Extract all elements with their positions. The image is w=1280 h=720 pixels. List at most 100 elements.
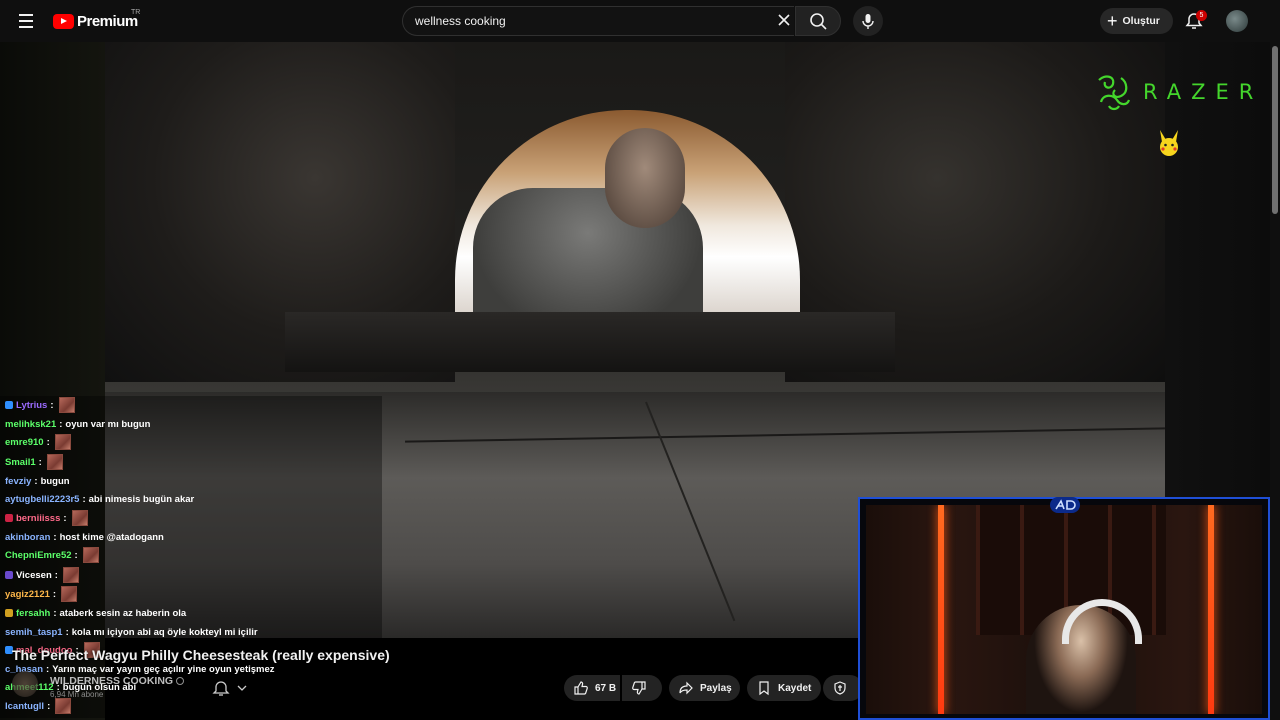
- chat-message: emre910 :: [5, 433, 71, 451]
- chat-separator: :: [63, 512, 67, 524]
- chat-text: bugun: [40, 475, 70, 487]
- subscription-bell-button[interactable]: [205, 675, 257, 701]
- chat-username: akinboran: [5, 531, 51, 543]
- chat-separator: :: [82, 493, 86, 505]
- plus-icon: +: [1107, 11, 1118, 31]
- razer-snake-icon: [1098, 75, 1131, 111]
- chat-badge: [5, 514, 13, 522]
- chat-username: fevziy: [5, 475, 32, 487]
- video-title: The Perfect Wagyu Philly Cheesesteak (re…: [12, 647, 390, 663]
- chat-emote: [54, 434, 71, 450]
- chat-emote: [82, 547, 99, 563]
- page-scrollbar[interactable]: [1270, 42, 1280, 720]
- chat-badge: [5, 609, 13, 617]
- account-avatar[interactable]: [1226, 10, 1248, 32]
- chat-username: emre910: [5, 436, 44, 448]
- chat-message: fersahh : ataberk sesin az haberin ola: [5, 604, 186, 622]
- chat-message: fevziy : bugun: [5, 472, 70, 490]
- chat-separator: :: [47, 700, 51, 712]
- channel-name-text[interactable]: WILDERNESS COOKING: [50, 675, 173, 687]
- thumbs-up-icon: [574, 681, 588, 695]
- chat-username: semih_tasp1: [5, 626, 63, 638]
- top-bar: Premium TR wellness cooking + Oluştur 5: [0, 0, 1280, 42]
- chat-message: Lytrius :: [5, 396, 75, 414]
- chat-message: Smail1 :: [5, 453, 63, 471]
- chat-message: Vicesen :: [5, 566, 79, 584]
- create-button[interactable]: + Oluştur: [1100, 8, 1173, 34]
- webcam-frame-logo: [1050, 497, 1080, 513]
- chat-emote: [58, 397, 75, 413]
- chat-text: kola mı içiyon abi aq öyle kokteyl mi iç…: [71, 626, 258, 638]
- chat-text: host kime @atadogann: [59, 531, 164, 543]
- chat-username: Smail1: [5, 456, 36, 468]
- menu-button[interactable]: [12, 9, 40, 33]
- youtube-play-icon: [53, 13, 74, 29]
- search-button[interactable]: [795, 6, 841, 36]
- like-button[interactable]: 67 B: [564, 675, 620, 701]
- chat-message: semih_tasp1 : kola mı içiyon abi aq öyle…: [5, 623, 258, 641]
- scrollbar-thumb[interactable]: [1272, 46, 1278, 214]
- razer-logo: RAZER: [1093, 72, 1263, 112]
- chat-separator: :: [65, 626, 69, 638]
- search-input[interactable]: wellness cooking: [415, 7, 755, 35]
- chat-separator: :: [46, 436, 50, 448]
- clear-search-button[interactable]: [775, 11, 793, 29]
- chat-username: melihksk21: [5, 418, 57, 430]
- chat-username: yagiz2121: [5, 588, 50, 600]
- voice-search-button[interactable]: [853, 6, 883, 36]
- chat-username: fersahh: [16, 607, 51, 619]
- chat-message: berniiisss :: [5, 509, 88, 527]
- chat-message: lcantugll :: [5, 697, 72, 715]
- chat-badge: [5, 571, 13, 579]
- chat-separator: :: [53, 607, 57, 619]
- led-strip-left: [938, 505, 944, 714]
- pikachu-icon: [1160, 130, 1178, 156]
- dislike-button[interactable]: [622, 675, 662, 701]
- chat-emote: [55, 698, 72, 714]
- like-count: 67 B: [595, 682, 617, 694]
- youtube-premium-logo[interactable]: Premium: [53, 12, 138, 30]
- chat-separator: :: [54, 569, 58, 581]
- oven-ledge: [285, 312, 895, 372]
- chat-separator: :: [53, 531, 57, 543]
- bookmark-icon: [759, 681, 769, 696]
- save-button[interactable]: Kaydet: [747, 675, 821, 701]
- chat-separator: :: [50, 399, 54, 411]
- chat-username: ChepniEmre52: [5, 549, 72, 561]
- share-button[interactable]: Paylaş: [669, 675, 740, 701]
- live-chat-overlay: Lytrius : melihksk21 : oyun var mı bugun…: [0, 396, 382, 718]
- chat-badge: [5, 401, 13, 409]
- chat-emote: [46, 454, 63, 470]
- menu-icon-bar: [19, 14, 33, 16]
- search-box[interactable]: wellness cooking: [402, 6, 794, 36]
- chat-message: ChepniEmre52 :: [5, 546, 99, 564]
- channel-avatar[interactable]: [12, 671, 38, 697]
- chat-username: Lytrius: [16, 399, 48, 411]
- subscriber-count: 6,94 Mn abone: [50, 690, 104, 699]
- man-head: [605, 128, 685, 228]
- chat-username: aytugbelli2223r5: [5, 493, 80, 505]
- thumbs-down-icon: [632, 681, 646, 695]
- chat-message: melihksk21 : oyun var mı bugun: [5, 415, 150, 433]
- chat-message: aytugbelli2223r5 : abi nimesis bugün aka…: [5, 490, 194, 508]
- chat-separator: :: [52, 588, 57, 600]
- menu-icon-bar: [19, 26, 33, 28]
- streamer-webcam: [858, 497, 1270, 720]
- create-label: Oluştur: [1122, 15, 1160, 27]
- chat-emote: [71, 510, 88, 526]
- notification-badge: 5: [1196, 10, 1207, 21]
- chat-text: ataberk sesin az haberin ola: [59, 607, 187, 619]
- share-arrow-icon: [679, 681, 693, 695]
- chat-username: lcantugll: [5, 700, 45, 712]
- verified-icon: [176, 677, 185, 686]
- chat-separator: :: [74, 549, 78, 561]
- region-code: TR: [131, 9, 141, 16]
- youtube-watch-page: RAZER Lytrius : melihksk21 : oyun var mı…: [0, 0, 1280, 720]
- razer-wordmark: RAZER: [1143, 80, 1264, 104]
- share-label: Paylaş: [700, 682, 732, 694]
- thanks-button[interactable]: [823, 675, 863, 701]
- channel-name[interactable]: WILDERNESS COOKING: [50, 675, 185, 687]
- menu-icon-bar: [19, 20, 33, 22]
- search-icon: [810, 13, 827, 30]
- chat-text: oyun var mı bugun: [65, 418, 151, 430]
